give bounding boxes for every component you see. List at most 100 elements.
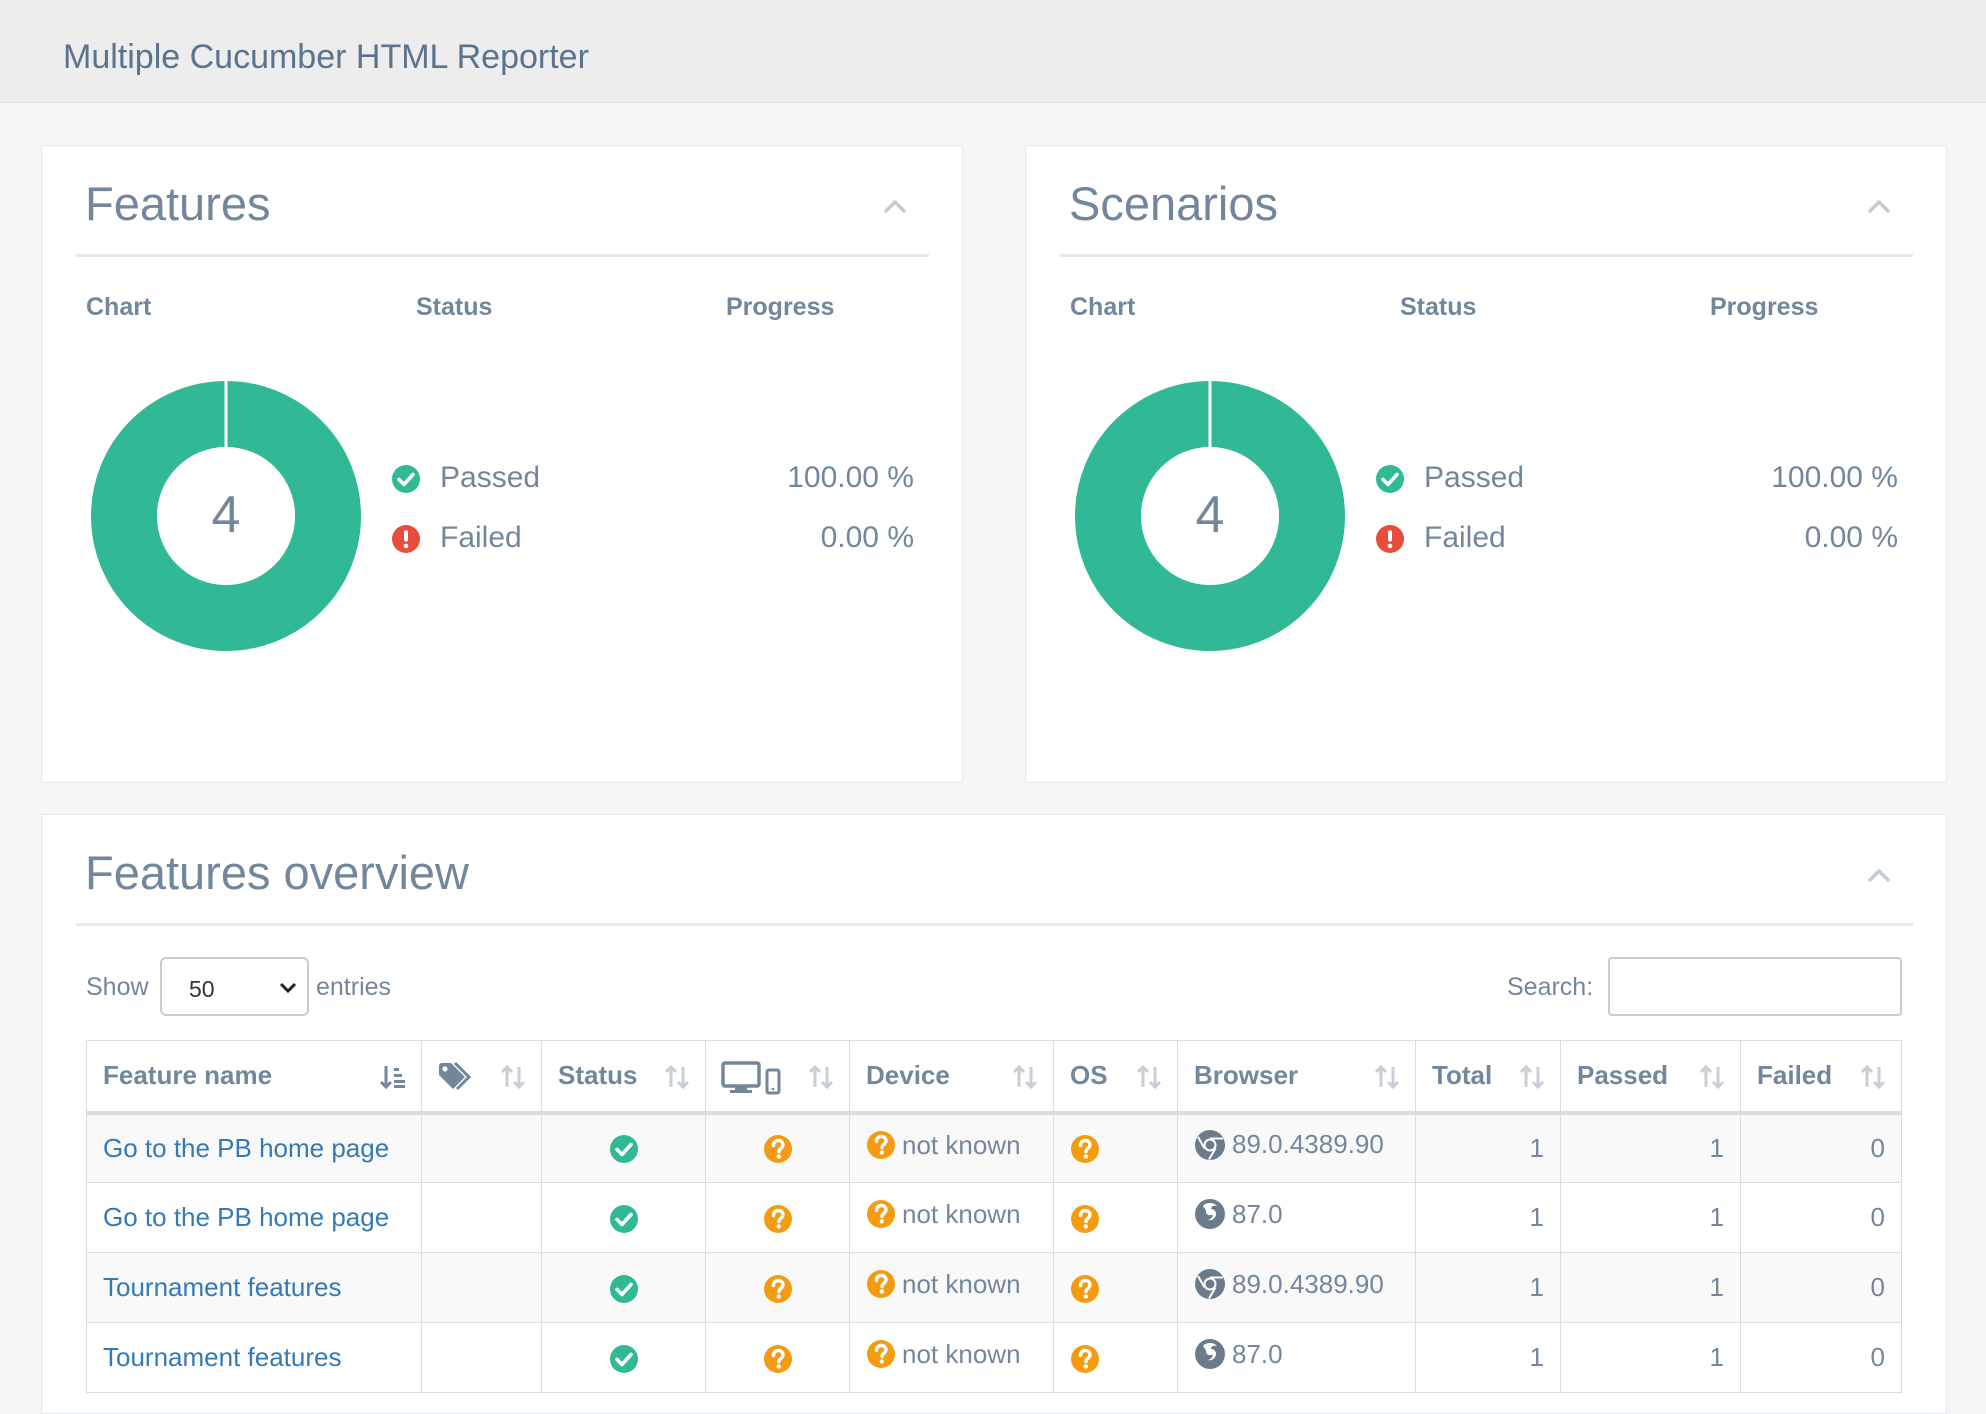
search-input[interactable] xyxy=(1608,957,1902,1016)
entries-per-page-select[interactable]: 50 xyxy=(160,957,309,1016)
col-feature-name[interactable]: Feature name xyxy=(86,1040,422,1115)
device-name: not known xyxy=(902,1198,1021,1229)
entries-label: entries xyxy=(316,973,392,1001)
failed-count: 0 xyxy=(1740,1182,1902,1253)
scenarios-panel-title: Scenarios xyxy=(1069,177,1278,230)
show-label: Show xyxy=(86,973,149,1001)
chrome-icon xyxy=(1194,1129,1226,1161)
question-icon xyxy=(763,1274,793,1304)
col-tags[interactable] xyxy=(421,1040,542,1115)
legend-passed-label: Passed xyxy=(440,461,541,494)
col-failed[interactable]: Failed xyxy=(1740,1040,1902,1115)
col-browser[interactable]: Browser xyxy=(1177,1040,1416,1115)
sort-icon xyxy=(1859,1063,1887,1091)
question-icon xyxy=(866,1339,896,1369)
feature-name-link[interactable]: Go to the PB home page xyxy=(103,1202,389,1232)
col-device[interactable]: Device xyxy=(849,1040,1054,1115)
collapse-chevron-icon[interactable] xyxy=(1865,861,1893,889)
col-total-label: Total xyxy=(1432,1060,1493,1091)
features-col-status: Status xyxy=(416,293,493,321)
passed-count: 1 xyxy=(1560,1112,1741,1183)
passed-check-icon xyxy=(609,1204,639,1234)
sort-icon xyxy=(1373,1063,1401,1091)
browser-version: 89.0.4389.90 xyxy=(1232,1129,1384,1160)
features-legend-passed: Passed xyxy=(391,459,591,499)
legend-passed-label: Passed xyxy=(1424,461,1525,494)
question-icon xyxy=(1070,1344,1100,1374)
legend-failed-label: Failed xyxy=(1424,521,1506,554)
col-os-label: OS xyxy=(1070,1060,1108,1091)
scenarios-col-chart: Chart xyxy=(1070,293,1136,321)
question-icon xyxy=(763,1134,793,1164)
top-navbar: Multiple Cucumber HTML Reporter xyxy=(0,0,1986,103)
feature-name-link[interactable]: Tournament features xyxy=(103,1342,341,1372)
browser-version: 89.0.4389.90 xyxy=(1232,1268,1384,1299)
sort-icon xyxy=(807,1063,835,1091)
app-title[interactable]: Multiple Cucumber HTML Reporter xyxy=(63,38,589,77)
total-count: 1 xyxy=(1415,1252,1561,1323)
passed-check-icon xyxy=(609,1134,639,1164)
scenarios-legend-passed: Passed xyxy=(1375,459,1575,499)
features-col-progress: Progress xyxy=(726,293,835,321)
browser-version: 87.0 xyxy=(1232,1198,1283,1229)
scenarios-total-count: 4 xyxy=(1195,486,1225,544)
tags-cell xyxy=(421,1322,542,1393)
features-total-count: 4 xyxy=(211,486,241,544)
desktop-mobile-icon xyxy=(721,1061,781,1095)
device-name: not known xyxy=(902,1129,1021,1160)
feature-name-link[interactable]: Go to the PB home page xyxy=(103,1133,389,1163)
failed-count: 0 xyxy=(1740,1112,1902,1183)
table-row: Tournament features not known 87.0 1 1 0 xyxy=(86,1322,1902,1393)
entries-select-value: 50 xyxy=(189,976,215,1002)
question-icon xyxy=(866,1130,896,1160)
question-icon xyxy=(866,1199,896,1229)
scenarios-passed-pct: 100.00 % xyxy=(1771,461,1898,494)
tags-cell xyxy=(421,1112,542,1183)
col-total[interactable]: Total xyxy=(1415,1040,1561,1115)
question-icon xyxy=(1070,1134,1100,1164)
passed-check-icon xyxy=(609,1274,639,1304)
col-passed-label: Passed xyxy=(1577,1060,1669,1091)
total-count: 1 xyxy=(1415,1182,1561,1253)
sort-icon xyxy=(1011,1063,1039,1091)
sort-icon xyxy=(1698,1063,1726,1091)
search-label: Search: xyxy=(1507,973,1594,1001)
question-icon xyxy=(763,1204,793,1234)
device-name: not known xyxy=(902,1338,1021,1369)
browser-version: 87.0 xyxy=(1232,1338,1283,1369)
col-failed-label: Failed xyxy=(1757,1060,1833,1091)
legend-failed-label: Failed xyxy=(440,521,522,554)
tags-icon xyxy=(439,1061,472,1091)
collapse-chevron-icon[interactable] xyxy=(1865,192,1893,220)
sort-icon xyxy=(1135,1063,1163,1091)
passed-check-icon xyxy=(1375,464,1405,494)
panel-divider xyxy=(76,923,1913,926)
scenarios-legend-failed: Failed xyxy=(1375,519,1575,559)
col-status[interactable]: Status xyxy=(541,1040,706,1115)
features-overview-table: Feature name Status Device OS Browser To… xyxy=(86,1040,1902,1393)
features-panel-title: Features xyxy=(85,177,271,230)
scenarios-col-progress: Progress xyxy=(1710,293,1819,321)
scenarios-col-status: Status xyxy=(1400,293,1477,321)
sort-icon xyxy=(663,1063,691,1091)
firefox-icon xyxy=(1194,1198,1226,1230)
failed-count: 0 xyxy=(1740,1322,1902,1393)
device-name: not known xyxy=(902,1268,1021,1299)
panel-divider xyxy=(1060,254,1913,257)
total-count: 1 xyxy=(1415,1112,1561,1183)
total-count: 1 xyxy=(1415,1322,1561,1393)
feature-name-link[interactable]: Tournament features xyxy=(103,1272,341,1302)
question-icon xyxy=(1070,1274,1100,1304)
col-status-label: Status xyxy=(558,1060,638,1091)
collapse-chevron-icon[interactable] xyxy=(881,192,909,220)
col-platform[interactable] xyxy=(705,1040,850,1115)
passed-count: 1 xyxy=(1560,1182,1741,1253)
question-icon xyxy=(1070,1204,1100,1234)
firefox-icon xyxy=(1194,1338,1226,1370)
col-passed[interactable]: Passed xyxy=(1560,1040,1741,1115)
features-failed-pct: 0.00 % xyxy=(820,521,914,554)
features-passed-pct: 100.00 % xyxy=(787,461,914,494)
tags-cell xyxy=(421,1182,542,1253)
table-row: Tournament features not known 89.0.4389.… xyxy=(86,1252,1902,1323)
col-os[interactable]: OS xyxy=(1053,1040,1178,1115)
